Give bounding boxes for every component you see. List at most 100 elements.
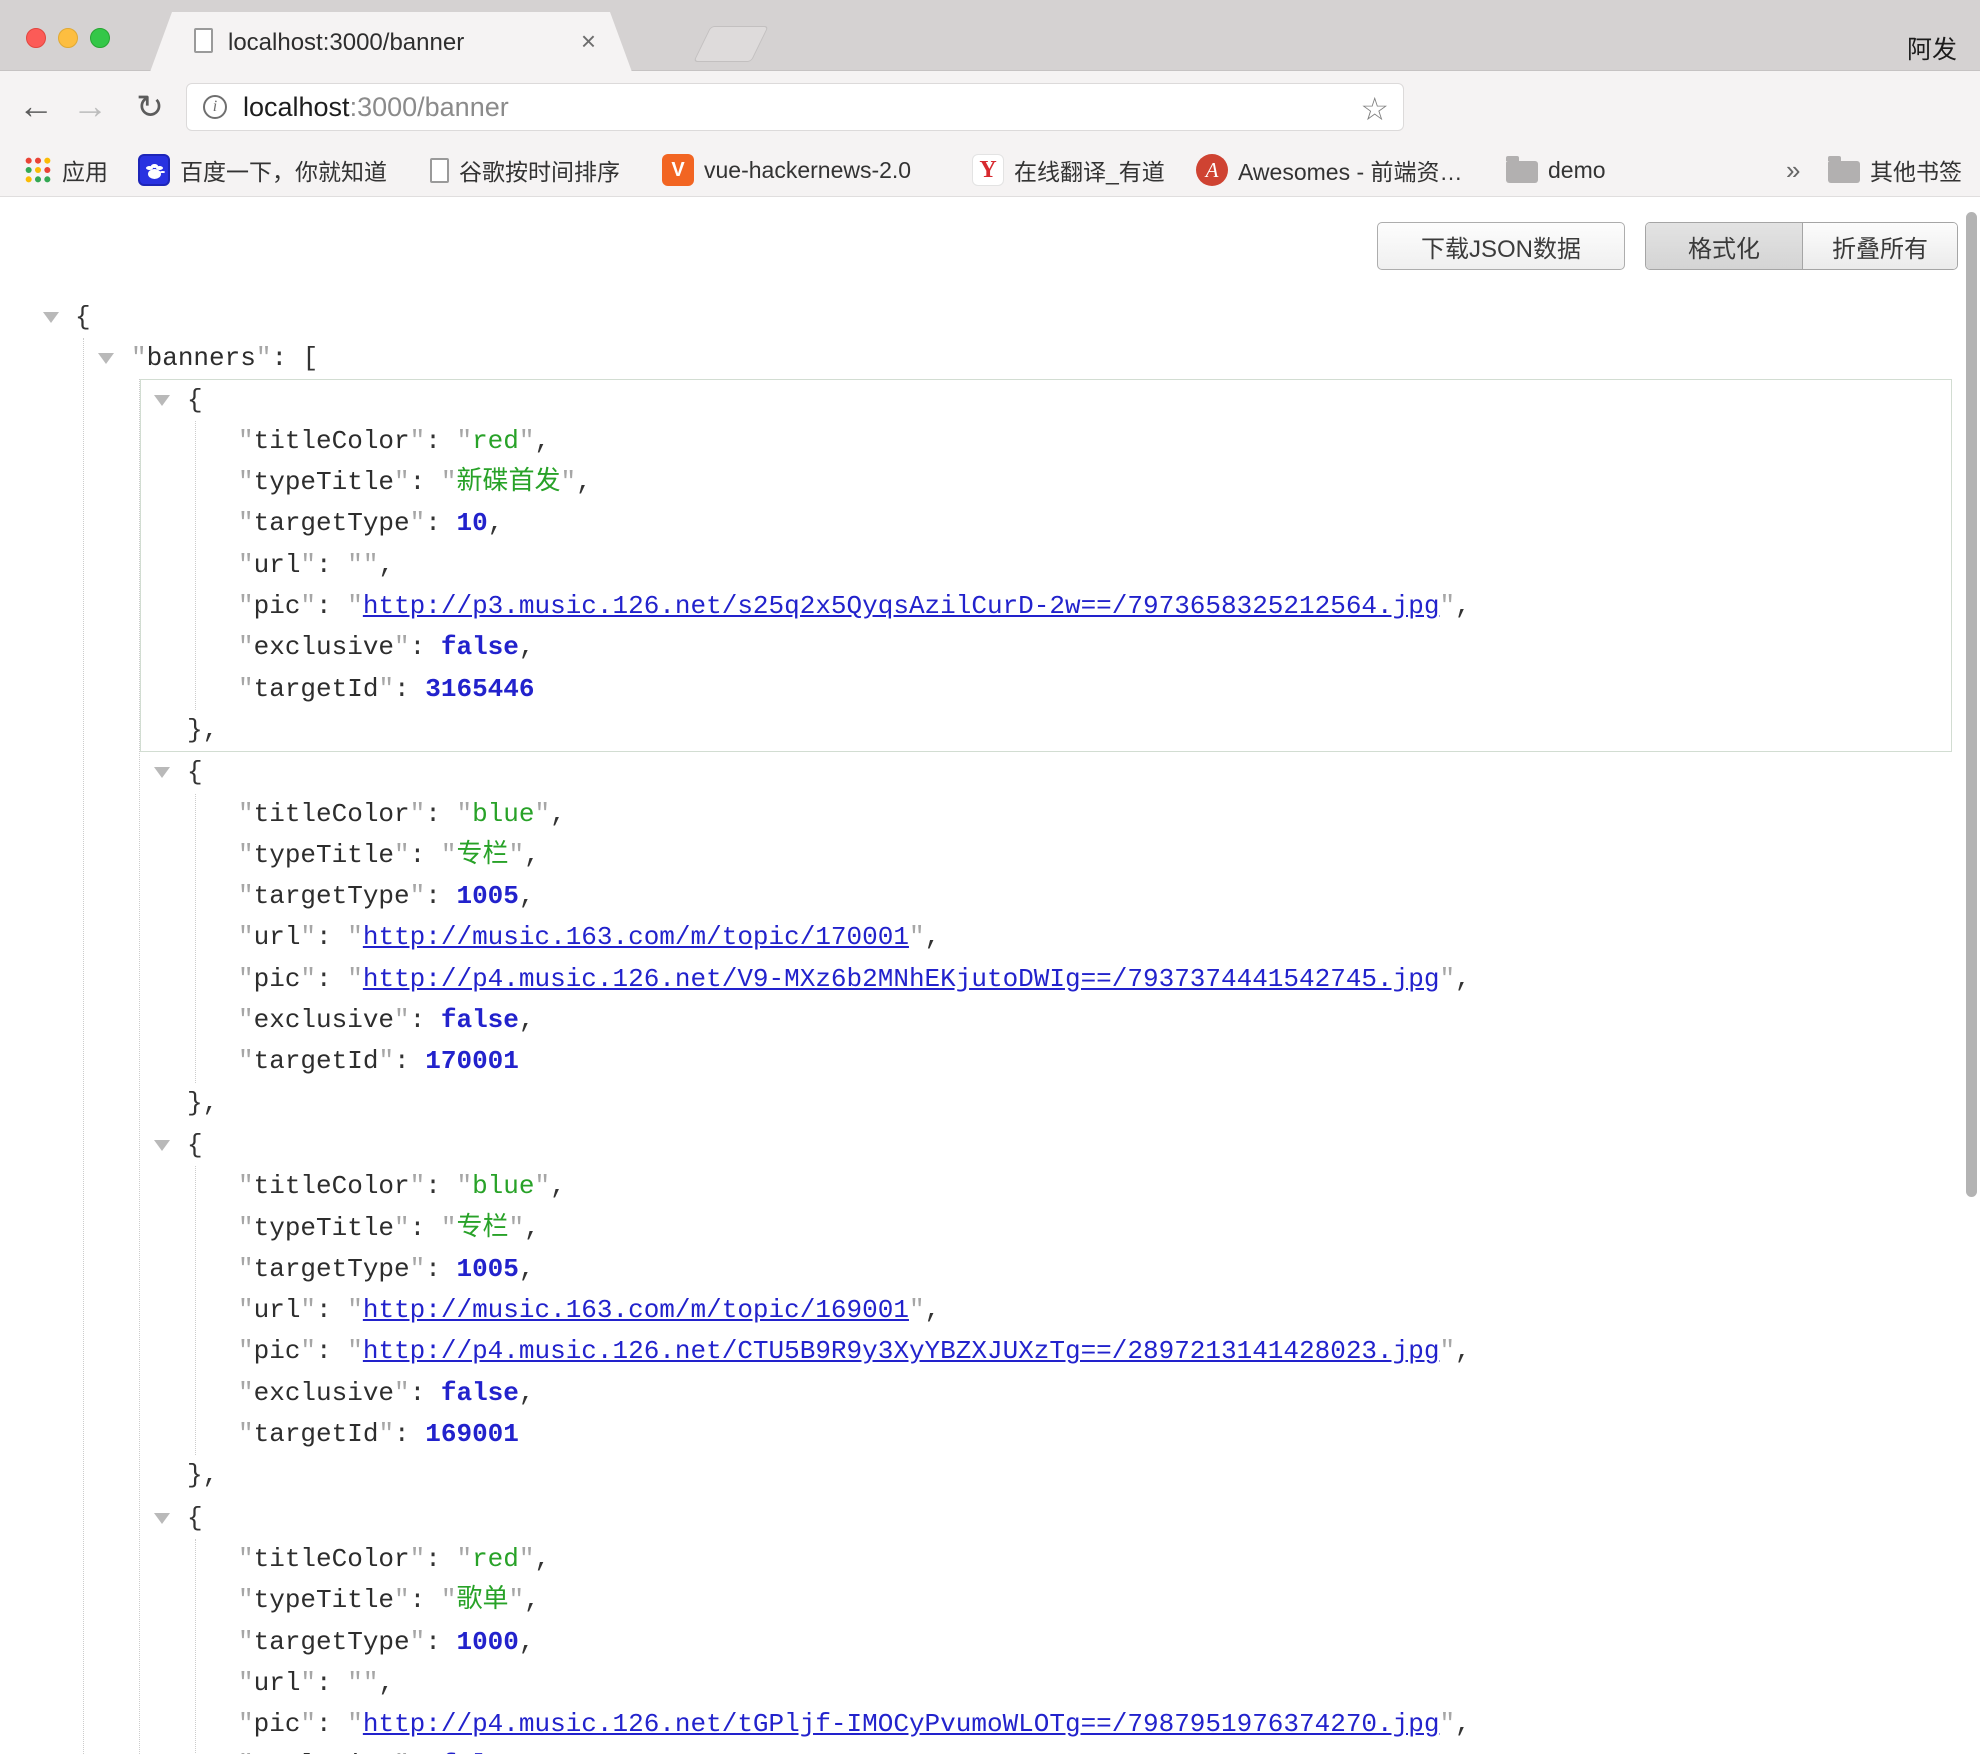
collapse-toggle-icon[interactable]	[154, 1140, 170, 1151]
json-token: "	[300, 922, 316, 952]
json-token: ,	[378, 1668, 394, 1698]
json-field-line: "targetType": 1005,	[196, 876, 1951, 917]
json-link-value[interactable]: http://p4.music.126.net/tGPljf-IMOCyPvum…	[363, 1709, 1440, 1739]
info-icon[interactable]: i	[203, 95, 227, 119]
json-number-value: 1005	[456, 1254, 518, 1284]
reload-icon[interactable]: ↻	[128, 87, 172, 126]
collapse-all-button[interactable]: 折叠所有	[1803, 223, 1957, 269]
maximize-window-button[interactable]	[90, 28, 110, 48]
json-token: "	[441, 1213, 457, 1243]
json-token: "	[410, 1171, 426, 1201]
json-token: :	[394, 1419, 425, 1449]
open-brace: {	[187, 1130, 203, 1160]
json-token: "	[347, 591, 363, 621]
json-token: ,	[519, 881, 535, 911]
close-tab-icon[interactable]: ×	[581, 26, 596, 57]
bookmark-youdao-translate[interactable]: Y 在线翻译_有道	[972, 151, 1165, 189]
collapse-toggle-icon[interactable]	[154, 395, 170, 406]
json-link-value[interactable]: http://music.163.com/m/topic/170001	[363, 922, 909, 952]
minimize-window-button[interactable]	[58, 28, 78, 48]
json-token: "	[378, 1419, 394, 1449]
json-key: titleColor	[254, 426, 410, 456]
json-field-line: "pic": "http://p4.music.126.net/V9-MXz6b…	[196, 959, 1951, 1000]
close-window-button[interactable]	[26, 28, 46, 48]
json-field-line: "url": "http://music.163.com/m/topic/170…	[196, 917, 1951, 958]
json-token: "	[347, 1709, 363, 1739]
json-key: url	[254, 1295, 301, 1325]
json-token: "	[238, 632, 254, 662]
forward-icon: →	[68, 85, 112, 127]
json-field-line: "typeTitle": "专栏",	[196, 835, 1951, 876]
open-brace: {	[75, 302, 91, 332]
collapse-toggle-icon[interactable]	[154, 767, 170, 778]
download-json-button[interactable]: 下载JSON数据	[1377, 222, 1625, 270]
address-bar[interactable]: i localhost:3000/banner ☆	[186, 83, 1404, 131]
json-token: "	[238, 881, 254, 911]
json-link-value[interactable]: http://p3.music.126.net/s25q2x5QyqsAzilC…	[363, 591, 1440, 621]
baidu-paw-icon	[138, 154, 170, 186]
navigation-bar: ← → ↻ i localhost:3000/banner ☆ V ↺ 英 FE…	[0, 71, 1980, 143]
json-token: "	[410, 881, 426, 911]
json-token: :	[316, 1668, 347, 1698]
back-icon[interactable]: ←	[14, 85, 58, 127]
collapse-toggle-icon[interactable]	[154, 1513, 170, 1524]
bookmark-star-icon[interactable]: ☆	[1360, 90, 1389, 128]
json-token: :	[410, 840, 441, 870]
json-token: "	[909, 1295, 925, 1325]
url-text: localhost:3000/banner	[243, 92, 509, 123]
json-token: "	[519, 426, 535, 456]
profile-name[interactable]: 阿发	[1907, 30, 1957, 66]
json-number-value: 1000	[456, 1627, 518, 1657]
json-bool-value: false	[441, 1005, 519, 1035]
json-number-value: 1005	[456, 881, 518, 911]
json-array-item: {"titleColor": "blue","typeTitle": "专栏",…	[140, 751, 1952, 1125]
json-array-item: {"titleColor": "red","typeTitle": "新碟首发"…	[140, 379, 1952, 753]
json-token: "	[456, 1171, 472, 1201]
vertical-scrollbar[interactable]	[1966, 212, 1977, 1197]
bookmark-google-sort[interactable]: 谷歌按时间排序	[430, 151, 620, 189]
json-token: "	[238, 508, 254, 538]
bookmark-folder-demo[interactable]: demo	[1506, 151, 1606, 189]
json-token: "	[410, 1544, 426, 1574]
collapse-toggle-icon[interactable]	[98, 353, 114, 364]
other-bookmarks-folder[interactable]: 其他书签	[1828, 151, 1962, 189]
json-fields-block: "titleColor": "blue","typeTitle": "专栏","…	[195, 1166, 1951, 1455]
json-token: "	[394, 1750, 410, 1754]
bookmark-awesomes[interactable]: A Awesomes - 前端资…	[1196, 151, 1463, 189]
bookmark-baidu[interactable]: 百度一下，你就知道	[138, 151, 387, 189]
bookmark-vue-hackernews[interactable]: V vue-hackernews-2.0	[662, 151, 911, 189]
json-token: ,	[524, 840, 540, 870]
json-token: :	[425, 426, 456, 456]
json-token: "	[238, 426, 254, 456]
json-field-line: "pic": "http://p4.music.126.net/tGPljf-I…	[196, 1704, 1951, 1745]
json-link-value[interactable]: http://music.163.com/m/topic/169001	[363, 1295, 909, 1325]
json-field-line: "targetType": 1000,	[196, 1622, 1951, 1663]
browser-tab[interactable]: localhost:3000/banner ×	[150, 12, 632, 72]
json-link-value[interactable]: http://p4.music.126.net/CTU5B9R9y3XyYBZX…	[363, 1336, 1440, 1366]
browser-window: localhost:3000/banner × 阿发 ← → ↻ i local…	[0, 0, 1980, 1754]
json-key: typeTitle	[254, 1213, 394, 1243]
json-object-close-line: },	[141, 1455, 1951, 1496]
json-token: "	[238, 1005, 254, 1035]
new-tab-button[interactable]	[693, 26, 769, 62]
json-token: "	[300, 964, 316, 994]
json-token: "	[347, 922, 363, 952]
json-token: :	[316, 1336, 347, 1366]
open-brace: {	[187, 757, 203, 787]
json-token: :	[410, 1005, 441, 1035]
json-token: "	[363, 1668, 379, 1698]
json-key: exclusive	[254, 1750, 394, 1754]
json-token: ,	[1455, 1709, 1471, 1739]
json-token: "	[456, 799, 472, 829]
bookmarks-overflow-chevron[interactable]: »	[1786, 151, 1800, 189]
json-token: ,	[576, 467, 592, 497]
json-link-value[interactable]: http://p4.music.126.net/V9-MXz6b2MNhEKju…	[363, 964, 1440, 994]
json-field-line: "targetId": 3165446	[196, 669, 1951, 710]
bookmark-apps[interactable]: 应用	[24, 151, 108, 189]
json-token: :	[425, 1171, 456, 1201]
json-token: :	[394, 1046, 425, 1076]
format-button[interactable]: 格式化	[1646, 223, 1803, 269]
json-token: :	[316, 922, 347, 952]
json-token: "	[238, 922, 254, 952]
collapse-toggle-icon[interactable]	[43, 312, 59, 323]
